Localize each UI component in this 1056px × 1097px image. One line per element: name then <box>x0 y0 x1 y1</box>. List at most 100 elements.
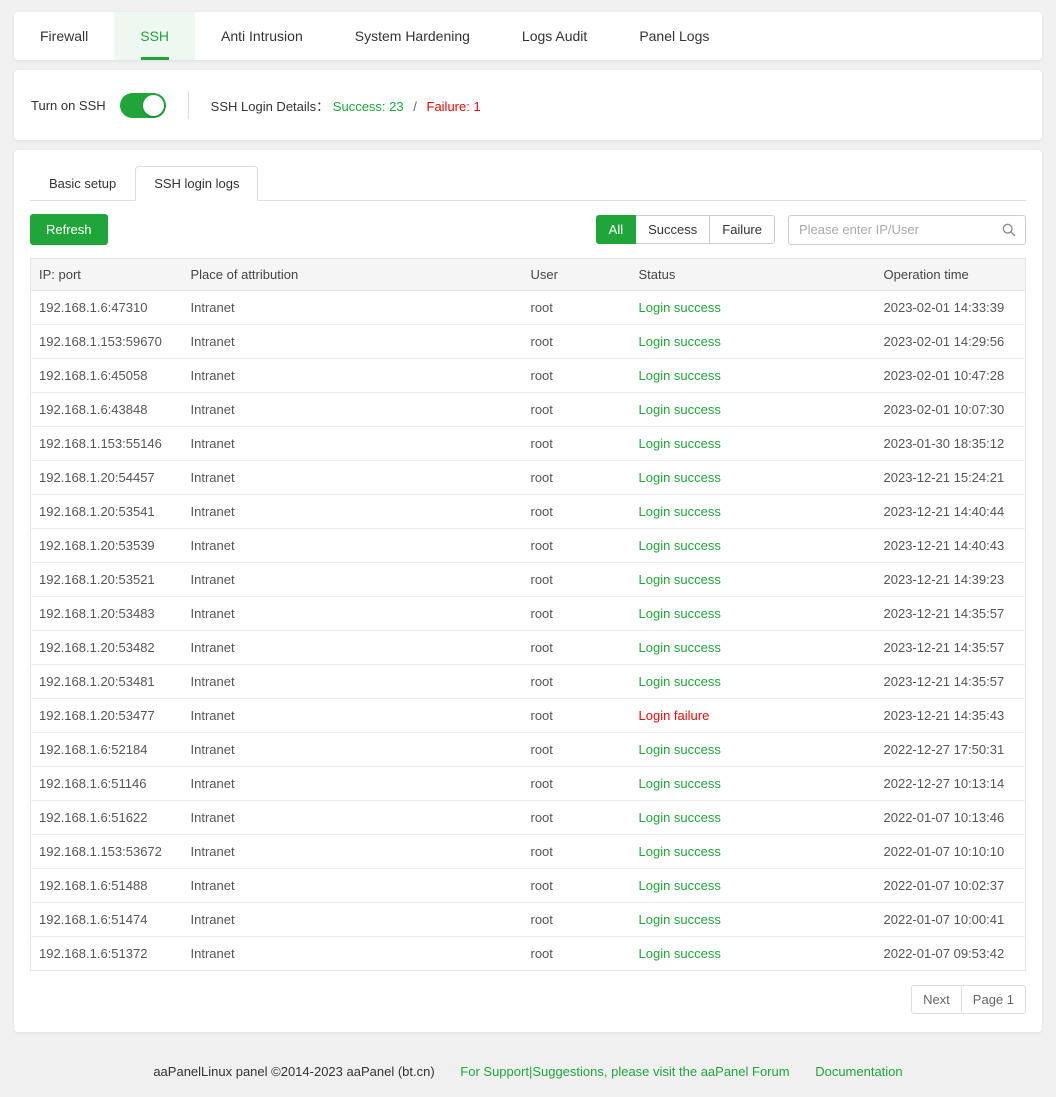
cell-status: Login success <box>631 733 876 767</box>
status-badge: Login success <box>639 878 721 893</box>
table-row: 192.168.1.6:51474IntranetrootLogin succe… <box>31 903 1026 937</box>
support-link[interactable]: For Support|Suggestions, please visit th… <box>460 1064 789 1079</box>
cell-ip-port: 192.168.1.153:55146 <box>31 427 183 461</box>
cell-ip-port: 192.168.1.20:53539 <box>31 529 183 563</box>
documentation-link[interactable]: Documentation <box>815 1064 902 1079</box>
cell-place: Intranet <box>183 903 523 937</box>
cell-ip-port: 192.168.1.6:47310 <box>31 291 183 325</box>
status-badge: Login success <box>639 504 721 519</box>
nav-tab-logs-audit[interactable]: Logs Audit <box>496 12 613 60</box>
cell-place: Intranet <box>183 393 523 427</box>
status-badge: Login success <box>639 640 721 655</box>
cell-ip-port: 192.168.1.6:52184 <box>31 733 183 767</box>
table-row: 192.168.1.20:53541IntranetrootLogin succ… <box>31 495 1026 529</box>
search-wrap <box>788 215 1026 245</box>
table-row: 192.168.1.153:55146IntranetrootLogin suc… <box>31 427 1026 461</box>
search-input[interactable] <box>788 215 1026 245</box>
cell-ip-port: 192.168.1.20:53541 <box>31 495 183 529</box>
cell-ip-port: 192.168.1.6:51474 <box>31 903 183 937</box>
cell-ip-port: 192.168.1.6:51372 <box>31 937 183 971</box>
table-row: 192.168.1.6:52184IntranetrootLogin succe… <box>31 733 1026 767</box>
filter-success-button[interactable]: Success <box>635 215 710 244</box>
table-row: 192.168.1.20:53483IntranetrootLogin succ… <box>31 597 1026 631</box>
pagination: Next Page 1 <box>30 985 1026 1014</box>
status-badge: Login success <box>639 334 721 349</box>
status-badge: Login success <box>639 742 721 757</box>
cell-status: Login success <box>631 903 876 937</box>
table-row: 192.168.1.6:51488IntranetrootLogin succe… <box>31 869 1026 903</box>
cell-user: root <box>523 597 631 631</box>
cell-place: Intranet <box>183 291 523 325</box>
cell-ip-port: 192.168.1.6:51146 <box>31 767 183 801</box>
cell-status: Login success <box>631 801 876 835</box>
cell-place: Intranet <box>183 733 523 767</box>
status-badge: Login success <box>639 810 721 825</box>
table-row: 192.168.1.6:47310IntranetrootLogin succe… <box>31 291 1026 325</box>
cell-ip-port: 192.168.1.153:59670 <box>31 325 183 359</box>
turn-on-ssh-label: Turn on SSH <box>31 98 106 113</box>
cell-operation-time: 2023-12-21 14:39:23 <box>876 563 1026 597</box>
cell-operation-time: 2023-12-21 14:35:43 <box>876 699 1026 733</box>
page: FirewallSSHAnti IntrusionSystem Hardenin… <box>0 0 1056 1097</box>
table-row: 192.168.1.20:53477IntranetrootLogin fail… <box>31 699 1026 733</box>
table-head: IP: portPlace of attributionUserStatusOp… <box>31 259 1026 291</box>
table-row: 192.168.1.6:43848IntranetrootLogin succe… <box>31 393 1026 427</box>
cell-operation-time: 2022-12-27 17:50:31 <box>876 733 1026 767</box>
next-page-button[interactable]: Next <box>911 985 962 1014</box>
table-row: 192.168.1.153:59670IntranetrootLogin suc… <box>31 325 1026 359</box>
cell-ip-port: 192.168.1.6:45058 <box>31 359 183 393</box>
success-count: Success: 23 <box>333 99 404 114</box>
cell-operation-time: 2023-02-01 10:07:30 <box>876 393 1026 427</box>
cell-user: root <box>523 359 631 393</box>
status-badge: Login failure <box>639 708 710 723</box>
nav-tab-ssh[interactable]: SSH <box>114 12 195 60</box>
current-page-button[interactable]: Page 1 <box>961 985 1026 1014</box>
search-icon[interactable] <box>1001 222 1017 241</box>
cell-user: root <box>523 699 631 733</box>
copyright-text: aaPanelLinux panel ©2014-2023 aaPanel (b… <box>153 1064 434 1079</box>
refresh-button[interactable]: Refresh <box>30 214 108 245</box>
cell-operation-time: 2022-01-07 10:02:37 <box>876 869 1026 903</box>
ssh-status-card: Turn on SSH SSH Login Details： Success: … <box>14 70 1042 140</box>
cell-user: root <box>523 767 631 801</box>
cell-place: Intranet <box>183 835 523 869</box>
cell-user: root <box>523 801 631 835</box>
cell-status: Login success <box>631 325 876 359</box>
cell-place: Intranet <box>183 563 523 597</box>
ssh-logs-card: Basic setupSSH login logs Refresh AllSuc… <box>14 150 1042 1032</box>
cell-user: root <box>523 937 631 971</box>
tab-ssh-login-logs[interactable]: SSH login logs <box>135 166 258 201</box>
cell-user: root <box>523 631 631 665</box>
cell-place: Intranet <box>183 631 523 665</box>
column-header-user: User <box>523 259 631 291</box>
tab-basic-setup[interactable]: Basic setup <box>30 166 135 201</box>
cell-status: Login success <box>631 937 876 971</box>
cell-operation-time: 2023-12-21 15:24:21 <box>876 461 1026 495</box>
column-header-operation-time: Operation time <box>876 259 1026 291</box>
status-badge: Login success <box>639 538 721 553</box>
cell-ip-port: 192.168.1.6:51622 <box>31 801 183 835</box>
table-row: 192.168.1.20:53481IntranetrootLogin succ… <box>31 665 1026 699</box>
cell-place: Intranet <box>183 529 523 563</box>
status-badge: Login success <box>639 402 721 417</box>
ssh-toggle[interactable] <box>120 93 166 118</box>
nav-tab-anti-intrusion[interactable]: Anti Intrusion <box>195 12 329 60</box>
status-badge: Login success <box>639 606 721 621</box>
filter-failure-button[interactable]: Failure <box>709 215 775 244</box>
nav-tab-panel-logs[interactable]: Panel Logs <box>613 12 735 60</box>
cell-status: Login success <box>631 393 876 427</box>
cell-status: Login success <box>631 631 876 665</box>
status-badge: Login success <box>639 300 721 315</box>
nav-tab-firewall[interactable]: Firewall <box>14 12 114 60</box>
table-body: 192.168.1.6:47310IntranetrootLogin succe… <box>31 291 1026 971</box>
table-row: 192.168.1.153:53672IntranetrootLogin suc… <box>31 835 1026 869</box>
cell-operation-time: 2023-12-21 14:40:43 <box>876 529 1026 563</box>
nav-tab-system-hardening[interactable]: System Hardening <box>329 12 496 60</box>
cell-operation-time: 2022-01-07 10:00:41 <box>876 903 1026 937</box>
table-row: 192.168.1.20:53521IntranetrootLogin succ… <box>31 563 1026 597</box>
table-row: 192.168.1.6:51622IntranetrootLogin succe… <box>31 801 1026 835</box>
filter-all-button[interactable]: All <box>596 215 636 244</box>
status-filter-group: AllSuccessFailure <box>596 215 775 244</box>
status-badge: Login success <box>639 776 721 791</box>
cell-operation-time: 2022-01-07 10:10:10 <box>876 835 1026 869</box>
